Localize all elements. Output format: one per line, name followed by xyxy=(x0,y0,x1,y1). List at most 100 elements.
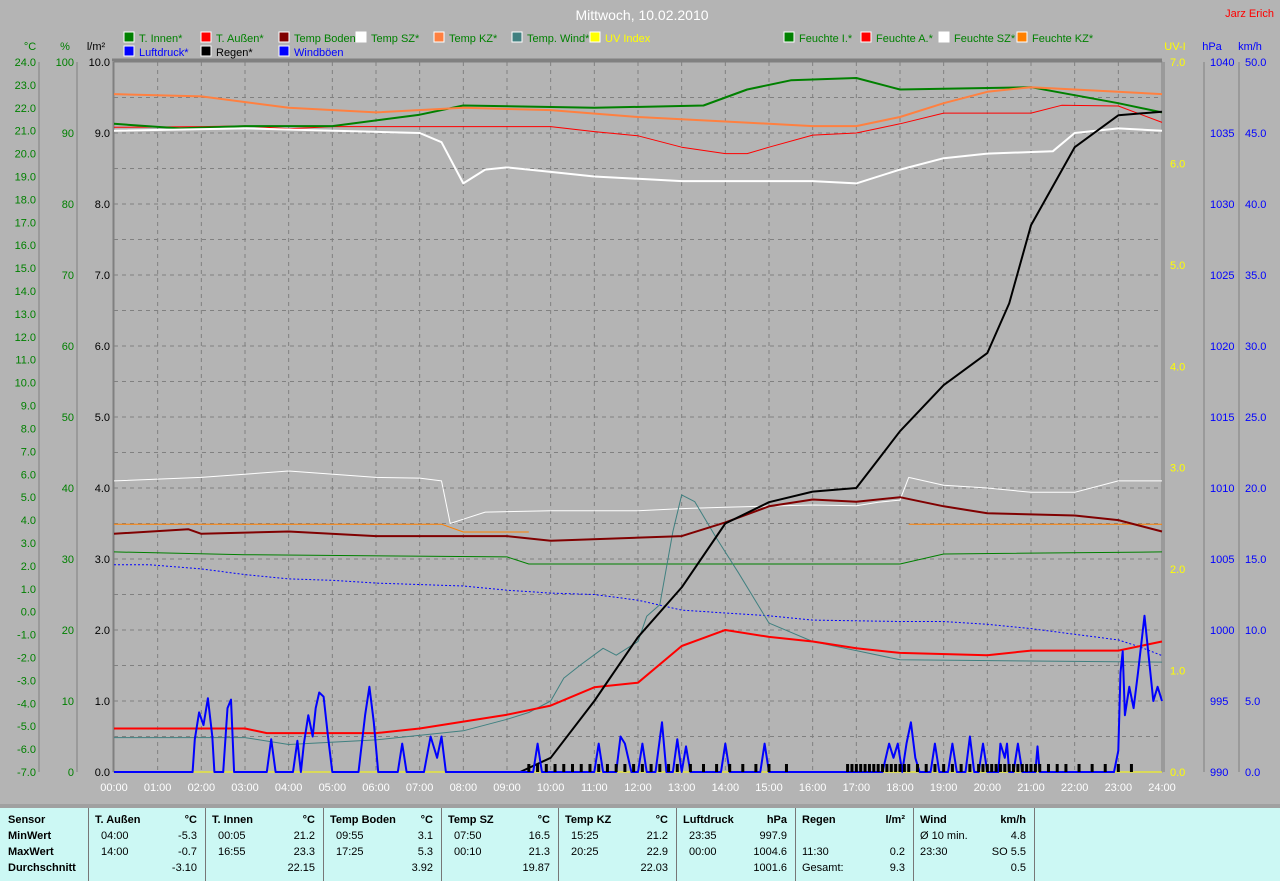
y-tick-label: 35.0 xyxy=(1245,270,1266,282)
legend-item[interactable]: Luftdruck* xyxy=(139,47,189,59)
y-tick-label: 80 xyxy=(62,199,74,211)
table-column: Temp Boden °C 09:55 3.1 17:25 5.3 3.92 xyxy=(324,808,442,881)
weather-chart-window: Mittwoch, 10.02.2010 Jarz Erich 00:00 01:… xyxy=(0,0,1280,881)
legend-item[interactable]: Feuchte A.* xyxy=(876,33,934,45)
column-header: Temp Boden xyxy=(330,814,396,826)
legend-swatch xyxy=(200,45,212,57)
legend-item[interactable]: Feuchte KZ* xyxy=(1032,33,1094,45)
legend-item[interactable]: Feuchte SZ* xyxy=(954,33,1016,45)
rain-event-mark xyxy=(907,764,911,772)
cell-value: 0.5 xyxy=(1010,862,1026,874)
axis-unit-L: l/m² xyxy=(87,41,106,53)
y-tick-label: -3.0 xyxy=(17,675,36,687)
y-tick-label: 1015 xyxy=(1210,412,1234,424)
cell-time: Ø 10 min. xyxy=(920,830,968,842)
rain-event-mark xyxy=(889,764,893,772)
cell-value: 22.03 xyxy=(640,862,668,874)
legend-swatch xyxy=(278,31,290,43)
cell-time: 07:50 xyxy=(454,830,482,842)
y-tick-label: 8.0 xyxy=(21,423,36,435)
rain-event-mark xyxy=(605,764,609,772)
table-column: Luftdruck hPa 23:35 997.9 00:00 1004.6 1001.6 xyxy=(677,808,796,881)
y-tick-label: -1.0 xyxy=(17,630,36,642)
row-label: MaxWert xyxy=(8,846,54,858)
legend-item[interactable]: Windböen xyxy=(294,47,344,59)
column-header: Temp SZ xyxy=(448,814,494,826)
column-unit: °C xyxy=(420,814,433,826)
y-tick-label: 3.0 xyxy=(1170,463,1185,475)
legend-item[interactable]: T. Außen* xyxy=(216,33,264,45)
cell-value: -3.10 xyxy=(171,862,197,874)
cell-time: 00:00 xyxy=(689,846,717,858)
cell-value: 5.3 xyxy=(417,846,433,858)
x-tick-label: 24:00 xyxy=(1148,782,1176,794)
rain-event-mark xyxy=(990,764,994,772)
legend-item[interactable]: Feuchte I.* xyxy=(799,33,853,45)
rain-event-mark xyxy=(885,764,889,772)
legend-item[interactable]: Temp Boden* xyxy=(294,33,361,45)
axis-unit-H: hPa xyxy=(1202,41,1222,53)
rain-event-mark xyxy=(767,764,771,772)
y-tick-label: 1005 xyxy=(1210,554,1234,566)
column-unit: °C xyxy=(655,814,668,826)
rain-event-mark xyxy=(614,764,618,772)
y-tick-label: 0.0 xyxy=(1170,767,1185,779)
x-tick-label: 13:00 xyxy=(668,782,696,794)
rain-event-mark xyxy=(968,764,972,772)
y-tick-label: 18.0 xyxy=(15,194,36,206)
legend-item[interactable]: Temp SZ* xyxy=(371,33,420,45)
y-tick-label: 10.0 xyxy=(15,378,36,390)
cell-value: 1001.6 xyxy=(753,862,787,874)
cell-time: 04:00 xyxy=(101,830,129,842)
y-tick-label: -6.0 xyxy=(17,744,36,756)
y-tick-label: 4.0 xyxy=(1170,361,1185,373)
rain-event-mark xyxy=(924,764,928,772)
y-tick-label: 4.0 xyxy=(21,515,36,527)
y-tick-label: 1035 xyxy=(1210,128,1234,140)
x-tick-label: 18:00 xyxy=(886,782,914,794)
cell-value: 21.2 xyxy=(646,830,668,842)
rain-event-mark xyxy=(1064,764,1068,772)
legend-swatch xyxy=(123,45,135,57)
legend-item[interactable]: Temp. Wind* xyxy=(527,33,590,45)
y-tick-label: 2.0 xyxy=(1170,564,1185,576)
cell-value: -5.3 xyxy=(178,830,197,842)
cell-time: 11:30 xyxy=(802,846,829,858)
rain-event-mark xyxy=(1003,764,1007,772)
legend-item[interactable]: UV Index xyxy=(605,33,651,45)
column-unit: °C xyxy=(537,814,550,826)
x-tick-label: 19:00 xyxy=(930,782,958,794)
weather-chart: Mittwoch, 10.02.2010 Jarz Erich 00:00 01:… xyxy=(15,7,1274,794)
cell-time: 00:05 xyxy=(218,830,246,842)
rain-event-mark xyxy=(553,764,557,772)
rain-event-mark xyxy=(688,764,692,772)
x-tick-label: 20:00 xyxy=(974,782,1002,794)
cell-value: 22.9 xyxy=(646,846,668,858)
legend-item[interactable]: T. Innen* xyxy=(139,33,183,45)
rain-event-mark xyxy=(1025,764,1029,772)
column-header: Luftdruck xyxy=(683,814,734,826)
legend-item[interactable]: Regen* xyxy=(216,47,253,59)
rain-event-mark xyxy=(959,764,963,772)
y-tick-label: 1000 xyxy=(1210,625,1234,637)
rain-event-mark xyxy=(872,764,876,772)
rain-event-mark xyxy=(876,764,880,772)
cell-time: 09:55 xyxy=(336,830,364,842)
legend-item[interactable]: Temp KZ* xyxy=(449,33,498,45)
y-tick-label: 22.0 xyxy=(15,103,36,115)
rain-event-mark xyxy=(702,764,705,772)
y-tick-label: 1040 xyxy=(1210,57,1234,69)
legend-swatch xyxy=(355,31,367,43)
y-tick-label: 0.0 xyxy=(21,607,36,619)
x-tick-label: 01:00 xyxy=(144,782,172,794)
rain-event-mark xyxy=(632,764,636,772)
y-tick-label: -5.0 xyxy=(17,721,36,733)
legend-swatch xyxy=(511,31,523,43)
chart-title: Mittwoch, 10.02.2010 xyxy=(575,7,708,23)
y-tick-label: 50.0 xyxy=(1245,57,1266,69)
rain-event-mark xyxy=(658,764,662,772)
rain-event-mark xyxy=(942,764,946,772)
rain-event-mark xyxy=(675,764,679,772)
rain-event-mark xyxy=(1029,764,1033,772)
cell-value: 16.5 xyxy=(528,830,550,842)
